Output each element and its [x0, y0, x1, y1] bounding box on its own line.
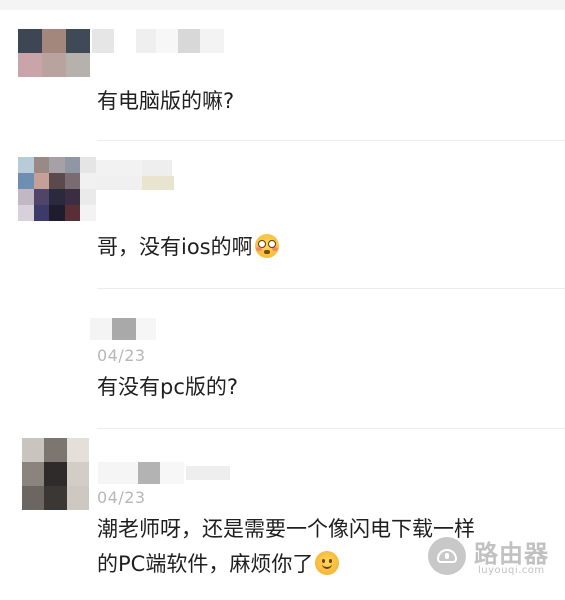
- comment-text-line-2: 的PC端软件，麻烦你了: [97, 549, 340, 580]
- divider: [97, 428, 565, 429]
- username-blurred[interactable]: [96, 160, 172, 176]
- avatar-blurred[interactable]: [22, 438, 89, 510]
- divider: [97, 288, 565, 289]
- router-logo-icon: [428, 537, 466, 575]
- watermark-title: 路由器: [474, 540, 549, 568]
- username-blurred[interactable]: [92, 29, 224, 53]
- comment-text: 有电脑版的嘛?: [97, 89, 235, 113]
- comment-date: 04/23: [97, 488, 146, 507]
- watermark-url: luyouqi.com: [478, 565, 545, 576]
- username-blurred[interactable]: [90, 318, 156, 340]
- comment-text-body: 的PC端软件，麻烦你了: [97, 552, 314, 576]
- username-blurred-line: [186, 466, 230, 480]
- comment-text: 哥，没有ios的啊: [97, 232, 279, 263]
- comment-text: 有没有pc版的?: [97, 375, 239, 399]
- smiling-face-icon: [315, 551, 340, 575]
- top-strip: [0, 0, 565, 10]
- username-blurred-line: [142, 176, 174, 190]
- comment-text-line-1: 潮老师呀，还是需要一个像闪电下载一样: [97, 517, 475, 541]
- flushed-face-icon: [254, 234, 279, 258]
- comment-text-body: 哥，没有ios的啊: [97, 235, 253, 259]
- watermark: 路由器 luyouqi.com: [428, 534, 558, 580]
- divider: [97, 140, 565, 141]
- comment-date: 04/23: [97, 346, 146, 365]
- avatar-blurred[interactable]: [18, 29, 90, 77]
- username-blurred[interactable]: [98, 462, 184, 484]
- avatar-blurred[interactable]: [18, 157, 96, 221]
